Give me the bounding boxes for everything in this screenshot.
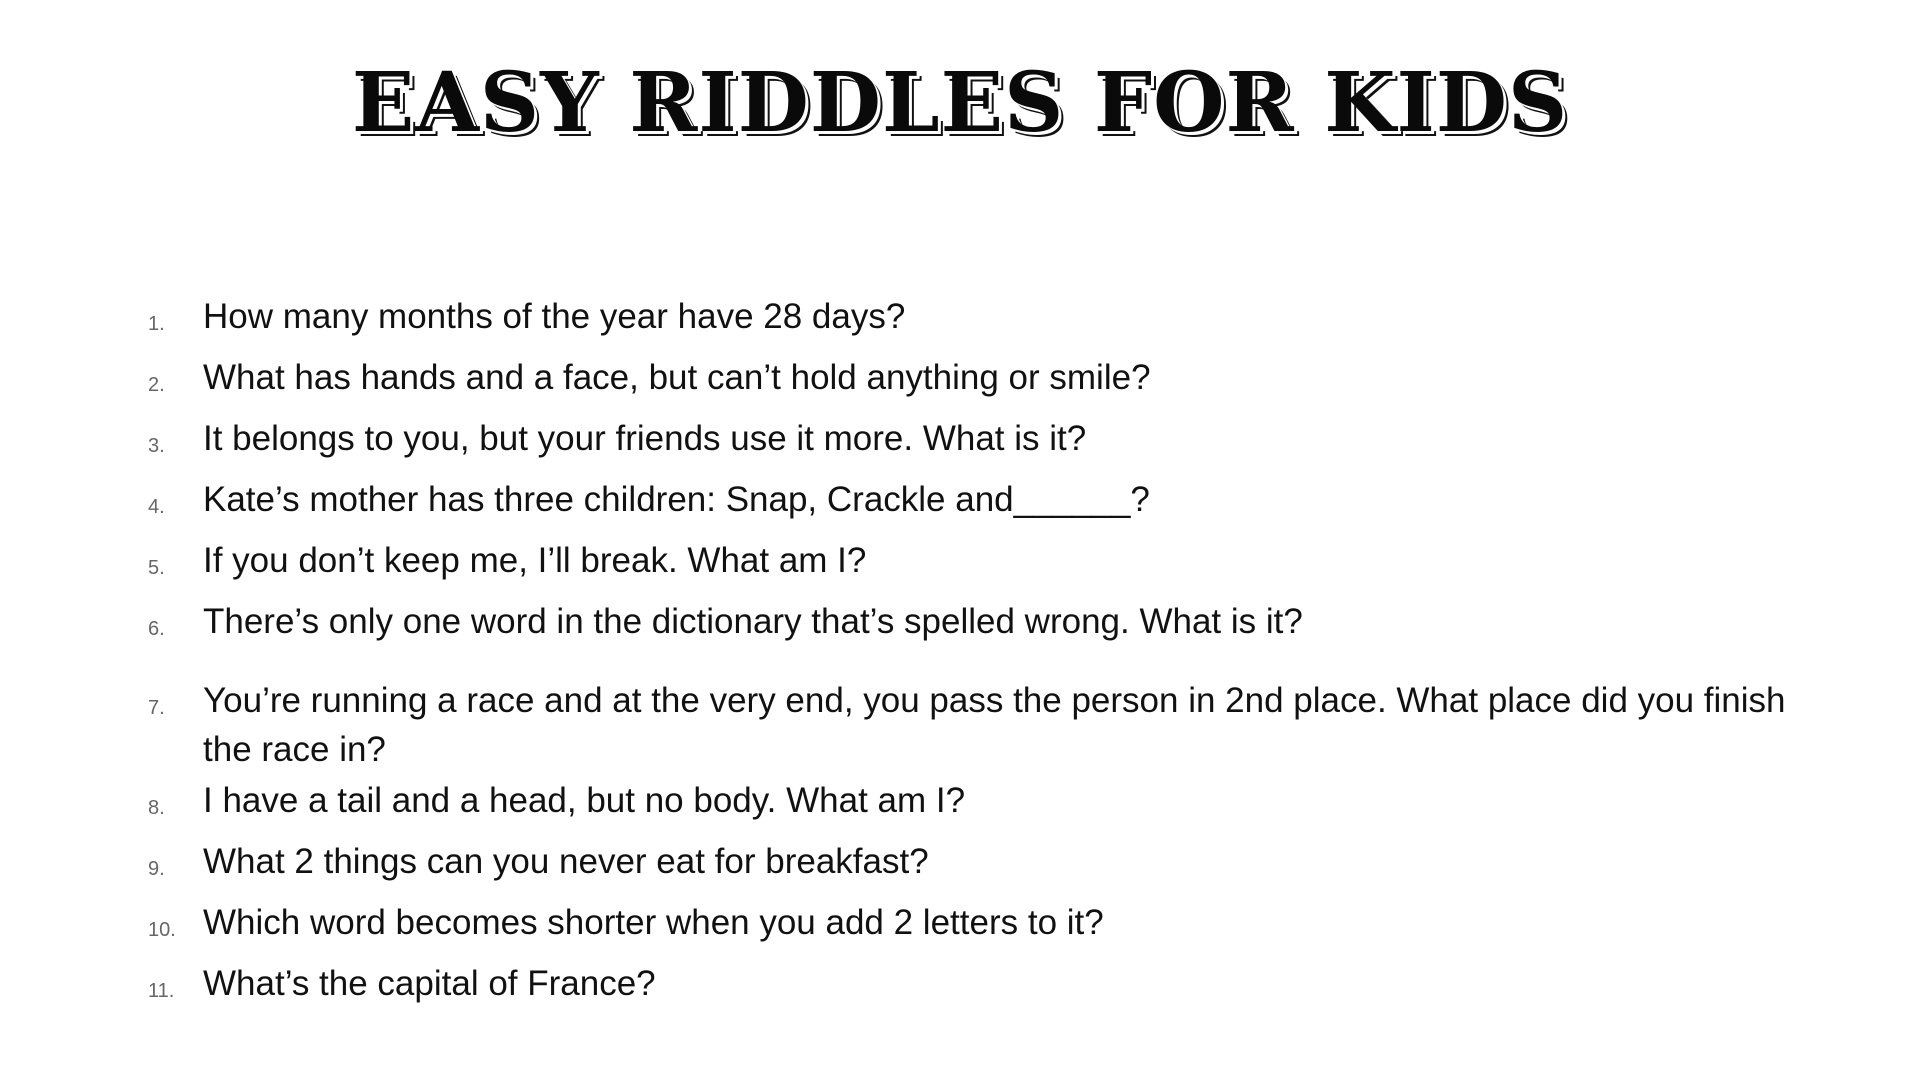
riddle-text: Kate’s mother has three children: Snap, …	[203, 480, 1150, 519]
riddle-text: What has hands and a face, but can’t hol…	[203, 358, 1151, 397]
riddle-item: 4. Kate’s mother has three children: Sna…	[148, 473, 1788, 534]
riddle-item: 11. What’s the capital of France?	[148, 957, 1788, 1018]
riddle-item: 8. I have a tail and a head, but no body…	[148, 774, 1788, 835]
riddle-text: There’s only one word in the dictionary …	[203, 602, 1303, 641]
riddle-item: 10. Which word becomes shorter when you …	[148, 896, 1788, 957]
riddle-item: 6. There’s only one word in the dictiona…	[148, 595, 1788, 656]
riddle-text: What’s the capital of France?	[203, 964, 656, 1003]
slide: EASY RIDDLES FOR KIDS 1. How many months…	[0, 0, 1920, 1080]
riddle-item: 5. If you don’t keep me, I’ll break. Wha…	[148, 534, 1788, 595]
riddle-item: 1. How many months of the year have 28 d…	[148, 290, 1788, 351]
riddle-number: 4.	[148, 496, 165, 518]
riddle-text: What 2 things can you never eat for brea…	[203, 842, 929, 881]
riddle-item: 3. It belongs to you, but your friends u…	[148, 412, 1788, 473]
riddle-text: You’re running a race and at the very en…	[203, 681, 1786, 769]
riddle-number: 8.	[148, 797, 165, 819]
riddle-item: 9. What 2 things can you never eat for b…	[148, 835, 1788, 896]
riddle-text: Which word becomes shorter when you add …	[203, 903, 1104, 942]
riddle-list: 1. How many months of the year have 28 d…	[148, 290, 1788, 1018]
riddle-number: 9.	[148, 858, 165, 880]
riddle-text: I have a tail and a head, but no body. W…	[203, 781, 966, 820]
riddle-number: 7.	[148, 697, 165, 719]
riddle-number: 10.	[148, 919, 176, 941]
riddle-item: 2. What has hands and a face, but can’t …	[148, 351, 1788, 412]
riddle-text: If you don’t keep me, I’ll break. What a…	[203, 541, 867, 580]
riddle-text: How many months of the year have 28 days…	[203, 297, 906, 336]
riddle-number: 11.	[148, 980, 175, 1002]
riddle-text: It belongs to you, but your friends use …	[203, 419, 1087, 458]
riddle-number: 6.	[148, 618, 165, 640]
riddle-number: 3.	[148, 435, 165, 457]
riddle-number: 5.	[148, 557, 165, 579]
riddle-number: 1.	[148, 313, 165, 335]
riddle-item: 7. You’re running a race and at the very…	[148, 676, 1788, 774]
riddle-number: 2.	[148, 374, 165, 396]
slide-title: EASY RIDDLES FOR KIDS	[351, 55, 1569, 151]
